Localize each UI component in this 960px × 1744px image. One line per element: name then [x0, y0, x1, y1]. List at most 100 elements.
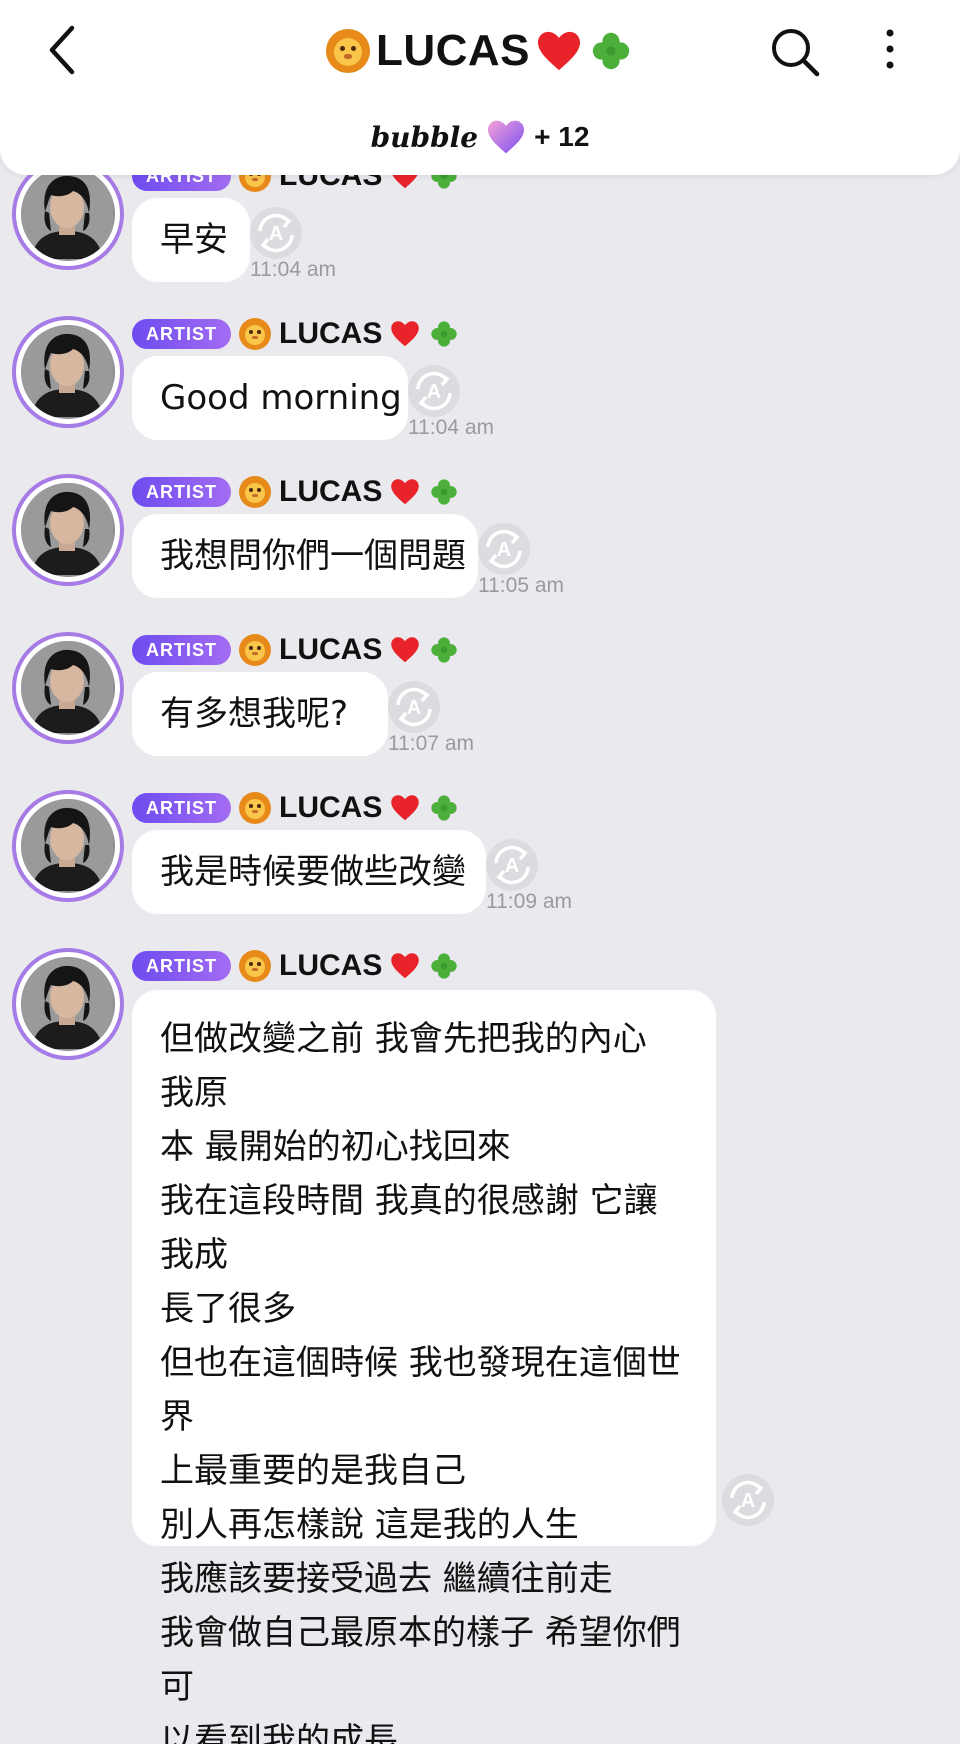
translate-button[interactable]: A	[720, 1472, 776, 1528]
message-timestamp: 11:05 am	[478, 574, 564, 597]
chat-header: LUCAS bubble + 12	[0, 0, 960, 175]
sender-name: LUCAS	[279, 475, 383, 508]
message-timestamp: 11:07 am	[388, 732, 474, 755]
sender-name: LUCAS	[279, 317, 383, 350]
avatar[interactable]	[12, 316, 124, 428]
search-icon	[772, 29, 820, 77]
red-heart-icon	[391, 637, 420, 663]
lion-emoji-icon	[239, 476, 271, 508]
translate-icon: A	[478, 523, 530, 575]
message-bubble[interactable]: 早安	[132, 198, 250, 282]
artist-photo	[21, 641, 113, 733]
svg-text:A: A	[741, 1490, 755, 1512]
avatar[interactable]	[12, 790, 124, 902]
artist-photo	[21, 483, 113, 575]
four-leaf-clover-icon	[431, 479, 458, 505]
sender-row: ARTIST LUCAS	[132, 632, 460, 668]
message-text: 有多想我呢?	[160, 694, 349, 734]
chat-message: ARTIST LUCAS 早安 A 11:04 am	[0, 158, 960, 282]
message-text-line: 我會做自己最原本的樣子 希望你們可	[160, 1613, 681, 1707]
lion-emoji-icon	[239, 634, 271, 666]
chat-message: ARTIST LUCAS 有多想我呢? A 11:07 am	[0, 632, 960, 756]
translate-button[interactable]: A	[476, 521, 532, 577]
artist-photo	[21, 167, 113, 259]
translate-button[interactable]: A	[484, 837, 540, 893]
artist-photo	[21, 799, 113, 891]
message-bubble[interactable]: Good morning	[132, 356, 408, 440]
subscription-bar[interactable]: bubble + 12	[0, 115, 960, 159]
artist-badge: ARTIST	[132, 319, 231, 349]
chat-message: ARTIST LUCAS 我想問你們一個問題 A 11:05 am	[0, 474, 960, 598]
avatar[interactable]	[12, 474, 124, 586]
red-heart-icon	[391, 479, 420, 505]
red-heart-icon	[391, 795, 420, 821]
message-text: Good morning	[160, 378, 402, 418]
more-options-button[interactable]	[875, 22, 905, 82]
red-heart-icon	[391, 321, 420, 347]
search-button[interactable]	[765, 22, 825, 82]
four-leaf-clover-icon	[431, 321, 458, 347]
message-timestamp: 11:04 am	[408, 416, 494, 439]
message-text: 早安	[160, 220, 228, 260]
message-text-line: 但做改變之前 我會先把我的內心 我原	[160, 1019, 647, 1113]
sender-row: ARTIST LUCAS	[132, 474, 460, 510]
sender-name: LUCAS	[279, 949, 383, 982]
message-text-line: 以看到我的成長	[160, 1721, 398, 1744]
more-vertical-icon	[886, 29, 894, 69]
translate-button[interactable]: A	[406, 363, 462, 419]
message-text-line: 但也在這個時候 我也發現在這個世界	[160, 1343, 681, 1437]
translate-button[interactable]: A	[386, 679, 442, 735]
avatar[interactable]	[12, 948, 124, 1060]
four-leaf-clover-icon	[431, 795, 458, 821]
sender-row: ARTIST LUCAS	[132, 316, 460, 352]
svg-text:A: A	[497, 539, 511, 561]
artist-photo	[21, 325, 113, 417]
member-count: + 12	[534, 121, 590, 152]
lion-emoji-icon	[239, 950, 271, 982]
svg-text:A: A	[505, 855, 519, 877]
svg-text:A: A	[407, 697, 421, 719]
message-text-line: 別人再怎樣說 這是我的人生	[160, 1505, 579, 1545]
translate-button[interactable]: A	[248, 205, 304, 261]
lion-emoji-icon	[239, 792, 271, 824]
artist-badge: ARTIST	[132, 793, 231, 823]
message-text-line: 我在這段時間 我真的很感謝 它讓我成	[160, 1181, 658, 1275]
bubble-label: bubble	[370, 120, 479, 154]
message-timestamp: 11:04 am	[250, 258, 336, 281]
chat-title-text: LUCAS	[375, 26, 531, 75]
lion-emoji-icon	[325, 29, 370, 73]
translate-icon: A	[722, 1474, 774, 1526]
message-bubble[interactable]: 我是時候要做些改變	[132, 830, 486, 914]
chat-message: ARTIST LUCAS 但做改變之前 我會先把我的內心 我原本 最開始的初心找…	[0, 948, 960, 1744]
message-bubble[interactable]: 我想問你們一個問題	[132, 514, 478, 598]
message-text: 我想問你們一個問題	[160, 536, 466, 576]
sender-row: ARTIST LUCAS	[132, 948, 460, 984]
four-leaf-clover-icon	[592, 32, 630, 70]
message-text: 我是時候要做些改變	[160, 852, 466, 892]
sender-name: LUCAS	[279, 633, 383, 666]
message-text-line: 本 最開始的初心找回來	[160, 1127, 511, 1167]
translate-icon: A	[486, 839, 538, 891]
red-heart-icon	[538, 31, 581, 71]
svg-text:A: A	[269, 223, 283, 245]
lion-emoji-icon	[239, 318, 271, 350]
red-heart-icon	[391, 953, 420, 979]
sender-name: LUCAS	[279, 791, 383, 824]
four-leaf-clover-icon	[431, 953, 458, 979]
artist-badge: ARTIST	[132, 477, 231, 507]
chat-message: ARTIST LUCAS 我是時候要做些改變 A 11:09 am	[0, 790, 960, 914]
message-bubble[interactable]: 有多想我呢?	[132, 672, 388, 756]
translate-icon: A	[388, 681, 440, 733]
artist-badge: ARTIST	[132, 635, 231, 665]
message-text-line: 我應該要接受過去 繼續往前走	[160, 1559, 613, 1599]
sender-row: ARTIST LUCAS	[132, 790, 460, 826]
artist-photo	[21, 957, 113, 1049]
message-timestamp: 11:09 am	[486, 890, 572, 913]
svg-text:A: A	[427, 381, 441, 403]
message-text-line: 上最重要的是我自己	[160, 1451, 466, 1491]
avatar[interactable]	[12, 632, 124, 744]
message-text-line: 長了很多	[160, 1289, 296, 1329]
message-bubble[interactable]: 但做改變之前 我會先把我的內心 我原本 最開始的初心找回來我在這段時間 我真的很…	[132, 990, 716, 1744]
purple-heart-icon	[488, 120, 525, 154]
translate-icon: A	[408, 365, 460, 417]
